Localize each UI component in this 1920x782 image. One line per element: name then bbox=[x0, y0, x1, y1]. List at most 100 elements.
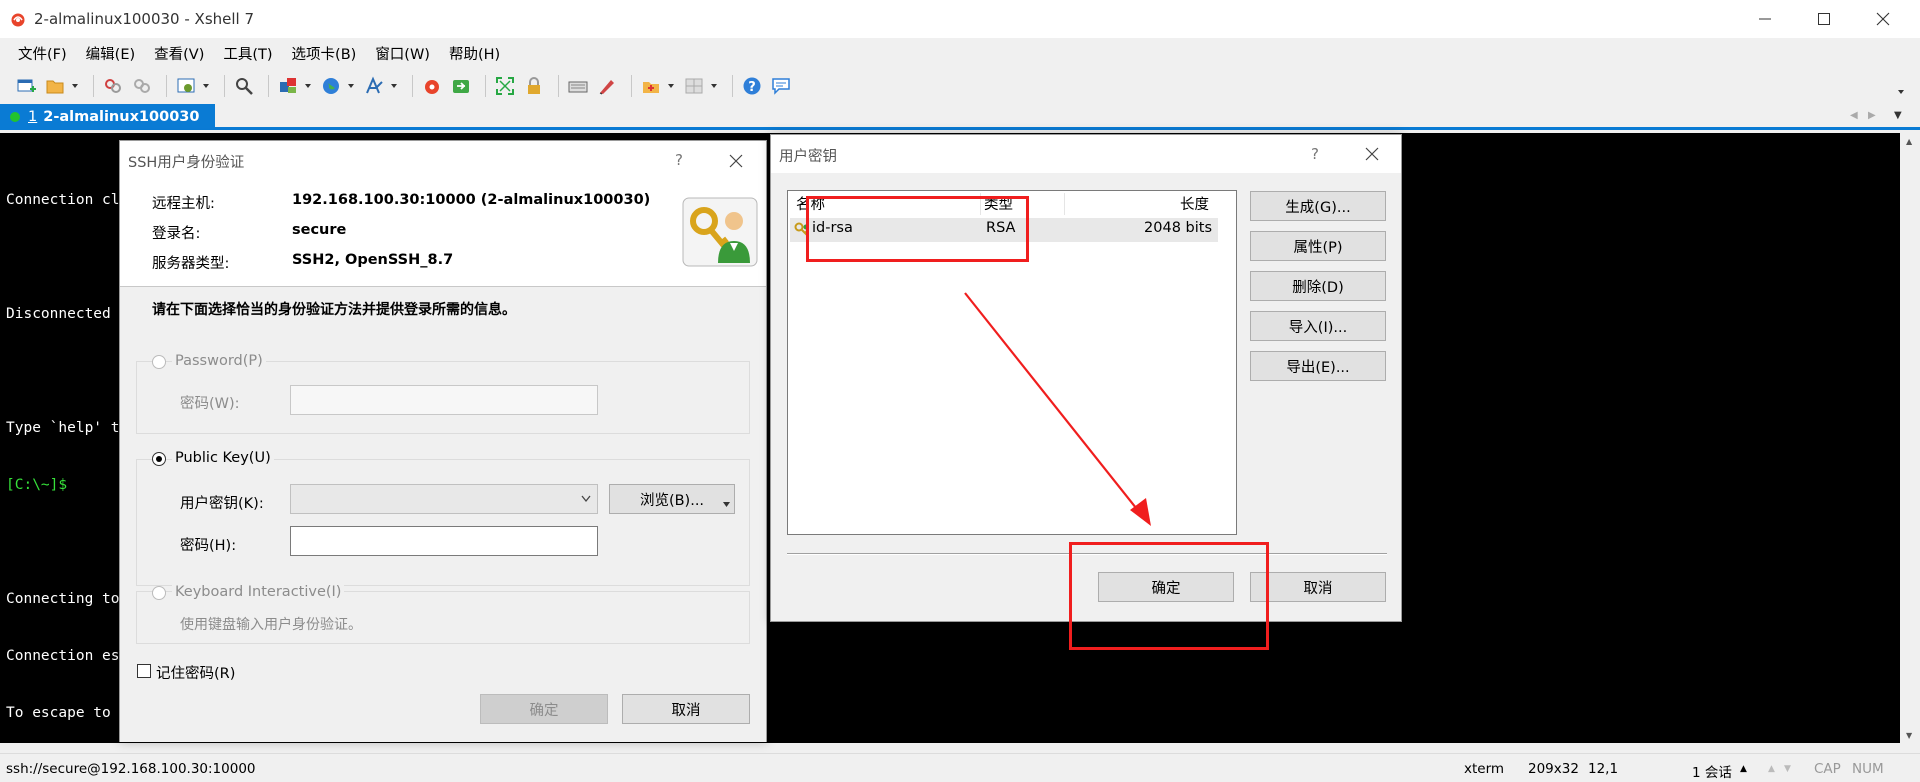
tab-session[interactable]: 1 2-almalinux100030 bbox=[0, 104, 215, 130]
sessions-up-icon[interactable]: ▲ bbox=[1740, 764, 1747, 774]
chat-button[interactable] bbox=[769, 74, 793, 98]
password-radio[interactable] bbox=[152, 355, 166, 369]
login-name-label: 登录名: bbox=[152, 226, 201, 242]
chevron-down-icon bbox=[581, 495, 591, 503]
keyboard-interactive-radio[interactable] bbox=[152, 586, 166, 600]
passphrase-input[interactable] bbox=[290, 526, 598, 556]
auth-ok-button[interactable]: 确定 bbox=[480, 694, 608, 724]
key-properties-button[interactable]: 属性(P) bbox=[1250, 231, 1386, 261]
new-tab-group-button[interactable] bbox=[639, 74, 663, 98]
terminal-scrollbar[interactable]: ▲ ▼ bbox=[1900, 133, 1920, 743]
user-key-select[interactable] bbox=[290, 484, 598, 514]
properties-button[interactable] bbox=[174, 74, 198, 98]
status-term: xterm bbox=[1464, 761, 1505, 777]
menu-help[interactable]: 帮助(H) bbox=[447, 39, 502, 68]
maximize-icon bbox=[1818, 13, 1830, 25]
login-name-value: secure bbox=[292, 222, 347, 238]
status-sessions[interactable]: 1 会话 bbox=[1692, 761, 1732, 781]
tab-prev-icon[interactable]: ◀ bbox=[1850, 110, 1858, 121]
caret-down-icon bbox=[723, 502, 730, 507]
scroll-down-icon[interactable]: ▼ bbox=[1906, 731, 1912, 740]
auth-help-button[interactable]: ? bbox=[675, 151, 683, 169]
key-help-button[interactable]: ? bbox=[1311, 145, 1319, 163]
xftp-icon bbox=[453, 80, 469, 93]
properties-dropdown[interactable] bbox=[203, 74, 211, 98]
open-session-button[interactable] bbox=[43, 74, 67, 98]
toolbar-separator bbox=[166, 75, 167, 97]
reconnect-button[interactable] bbox=[101, 74, 125, 98]
font-dropdown[interactable] bbox=[391, 74, 399, 98]
new-session-icon bbox=[17, 79, 36, 92]
chat-icon bbox=[772, 78, 790, 95]
font-button[interactable] bbox=[362, 74, 386, 98]
keyboard-interactive-desc: 使用键盘输入用户身份验证。 bbox=[180, 617, 362, 633]
menu-edit[interactable]: 编辑(E) bbox=[84, 39, 137, 68]
toolbar-separator bbox=[558, 75, 559, 97]
help-button[interactable]: ? bbox=[740, 74, 764, 98]
minimize-icon bbox=[1759, 18, 1771, 20]
folder-icon bbox=[46, 80, 64, 94]
layout-button[interactable] bbox=[276, 74, 300, 98]
public-key-radio[interactable] bbox=[152, 452, 166, 466]
menu-file[interactable]: 文件(F) bbox=[16, 39, 69, 68]
column-length[interactable]: 长度 bbox=[1180, 193, 1209, 214]
key-dialog-titlebar bbox=[771, 135, 1401, 173]
keyboard-interactive-label: Keyboard Interactive(I) bbox=[172, 584, 345, 600]
xshell-icon bbox=[425, 80, 439, 94]
session-tab-bar: 1 2-almalinux100030 ◀ ▶ ▼ bbox=[0, 104, 1920, 130]
server-type-label: 服务器类型: bbox=[152, 256, 230, 272]
toolbar-separator bbox=[485, 75, 486, 97]
tile-button[interactable] bbox=[682, 74, 706, 98]
close-window-button[interactable] bbox=[1854, 0, 1912, 38]
menu-tabs[interactable]: 选项卡(B) bbox=[290, 39, 359, 68]
toolbar-separator bbox=[224, 75, 225, 97]
tab-menu-icon[interactable]: ▼ bbox=[1894, 110, 1902, 121]
encoding-button[interactable] bbox=[319, 74, 343, 98]
open-session-dropdown[interactable] bbox=[72, 74, 80, 98]
highlight-button[interactable] bbox=[595, 74, 619, 98]
key-cancel-button[interactable]: 取消 bbox=[1250, 572, 1386, 602]
auth-cancel-button[interactable]: 取消 bbox=[622, 694, 750, 724]
key-length-cell: 2048 bits bbox=[1144, 220, 1212, 236]
import-key-button[interactable]: 导入(I)... bbox=[1250, 311, 1386, 341]
xshell-button[interactable] bbox=[420, 74, 444, 98]
scroll-up-icon[interactable]: ▲ bbox=[1906, 137, 1912, 146]
disconnect-button[interactable] bbox=[130, 74, 154, 98]
delete-key-button[interactable]: 删除(D) bbox=[1250, 271, 1386, 301]
menu-tools[interactable]: 工具(T) bbox=[221, 39, 274, 68]
annotation-box-key-row bbox=[806, 196, 1029, 262]
menu-window[interactable]: 窗口(W) bbox=[373, 39, 432, 68]
fullscreen-button[interactable] bbox=[493, 74, 517, 98]
find-button[interactable] bbox=[232, 74, 256, 98]
remember-password-checkbox[interactable] bbox=[137, 664, 151, 678]
remote-host-label: 远程主机: bbox=[152, 196, 215, 212]
generate-key-button[interactable]: 生成(G)... bbox=[1250, 191, 1386, 221]
help-icon: ? bbox=[743, 77, 761, 95]
close-icon[interactable] bbox=[729, 154, 743, 168]
new-session-button[interactable] bbox=[14, 74, 38, 98]
encoding-dropdown[interactable] bbox=[348, 74, 356, 98]
close-icon bbox=[1876, 12, 1890, 26]
tab-next-icon[interactable]: ▶ bbox=[1868, 110, 1876, 121]
minimize-button[interactable] bbox=[1736, 0, 1794, 38]
layout-icon bbox=[280, 78, 296, 93]
tile-dropdown[interactable] bbox=[711, 74, 719, 98]
fullscreen-icon bbox=[496, 77, 514, 95]
toolbar: ? bbox=[0, 68, 1920, 104]
layout-dropdown[interactable] bbox=[305, 74, 313, 98]
tab-group-dropdown[interactable] bbox=[668, 74, 676, 98]
status-bar: ssh://secure@192.168.100.30:10000 xterm … bbox=[0, 753, 1920, 782]
browse-button[interactable]: 浏览(B)... bbox=[609, 484, 735, 514]
xftp-button[interactable] bbox=[449, 74, 473, 98]
lock-button[interactable] bbox=[522, 74, 546, 98]
close-icon[interactable] bbox=[1365, 147, 1379, 161]
password-input bbox=[290, 385, 598, 415]
menu-view[interactable]: 查看(V) bbox=[152, 39, 206, 68]
status-size: 209x32 bbox=[1528, 761, 1579, 777]
lock-icon bbox=[528, 77, 540, 94]
maximize-button[interactable] bbox=[1795, 0, 1853, 38]
toolbar-overflow[interactable] bbox=[1898, 80, 1906, 104]
toolbar-separator bbox=[268, 75, 269, 97]
keyboard-button[interactable] bbox=[566, 74, 590, 98]
export-key-button[interactable]: 导出(E)... bbox=[1250, 351, 1386, 381]
